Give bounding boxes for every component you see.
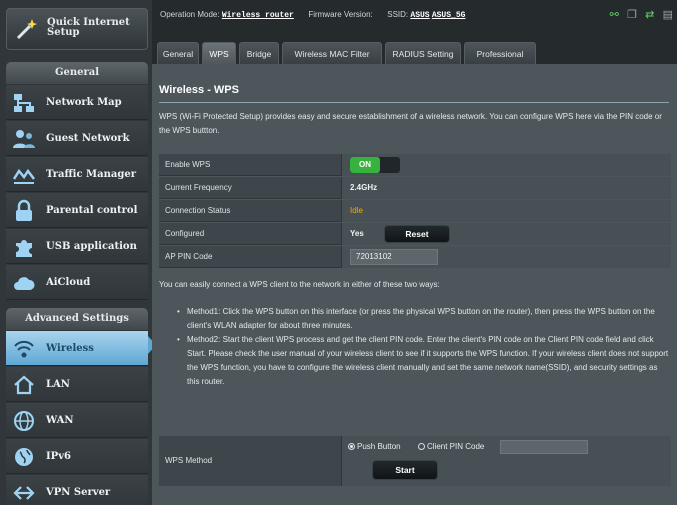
cloud-icon [14, 277, 35, 290]
connection-status-value: Idle [350, 206, 363, 215]
tab-wireless-mac-filter[interactable]: Wireless MAC Filter [282, 42, 382, 64]
document-status-icon[interactable]: ▤ [663, 8, 673, 21]
table-row: Configured Yes Reset [159, 223, 671, 245]
top-info-bar: Operation Mode: Wireless router Firmware… [152, 0, 677, 36]
sidebar-item-label: VPN Server [46, 487, 111, 498]
enable-wps-label: Enable WPS [165, 160, 211, 169]
magic-wand-icon [16, 19, 37, 40]
start-button[interactable]: Start [372, 460, 438, 480]
table-row: AP PIN Code 72013102 [159, 246, 671, 268]
copy-status-icon[interactable]: ❐ [627, 8, 637, 21]
sidebar-item-label: LAN [46, 379, 70, 390]
ssid-label: SSID: [387, 10, 409, 19]
radio-unselected-icon [418, 443, 425, 450]
traffic-manager-icon [12, 168, 35, 184]
table-row: Connection Status Idle [159, 200, 671, 222]
sidebar-item-vpn-server[interactable]: VPN Server [6, 475, 148, 505]
wps-method-label: WPS Method [165, 456, 213, 465]
ssid-2g-link[interactable]: ASUS [410, 11, 429, 20]
tab-wps[interactable]: WPS [202, 42, 236, 64]
lock-icon [16, 199, 32, 221]
ap-pin-label: AP PIN Code [165, 252, 213, 261]
advanced-section-header: Advanced Settings [6, 308, 148, 330]
router-info: Operation Mode: Wireless router Firmware… [160, 10, 465, 20]
toggle-on-label: ON [350, 157, 380, 173]
sidebar: Quick Internet Setup General Network Map… [0, 0, 156, 505]
op-mode-link[interactable]: Wireless router [222, 11, 294, 20]
sidebar-item-wireless[interactable]: Wireless [6, 331, 148, 366]
sidebar-item-lan[interactable]: LAN [6, 367, 148, 402]
client-pin-input[interactable] [500, 440, 588, 454]
status-icons: ⚯ ❐ ⇄ ▤ [604, 8, 673, 21]
table-row: Current Frequency 2.4GHz [159, 177, 671, 199]
connection-status-label: Connection Status [165, 206, 231, 215]
ipv6-globe-icon [15, 448, 33, 466]
radio-selected-icon [348, 443, 355, 450]
enable-wps-toggle[interactable]: ON [350, 157, 400, 173]
user-status-icon[interactable]: ⚯ [610, 8, 619, 21]
wps-method-row: WPS Method Push Button Client PIN Code S… [159, 436, 671, 486]
title-divider [159, 102, 669, 103]
reset-button[interactable]: Reset [384, 225, 450, 243]
tab-radius-setting[interactable]: RADIUS Setting [385, 42, 461, 64]
sidebar-item-ipv6[interactable]: IPv6 [6, 439, 148, 474]
sidebar-item-parental-control[interactable]: Parental control [6, 193, 148, 228]
puzzle-icon [16, 240, 32, 257]
sidebar-item-label: Guest Network [46, 133, 130, 144]
sidebar-item-label: AiCloud [46, 277, 91, 288]
quick-setup-label: Quick Internet Setup [47, 17, 130, 38]
sidebar-item-label: Wireless [46, 343, 94, 354]
globe-icon [14, 411, 34, 431]
vpn-icon [13, 486, 35, 500]
op-mode-label: Operation Mode: [160, 10, 220, 19]
sidebar-item-wan[interactable]: WAN [6, 403, 148, 438]
frequency-value: 2.4GHz [350, 183, 378, 192]
list-item: Method1: Click the WPS button on this in… [177, 305, 671, 333]
network-map-icon [14, 94, 34, 112]
tab-bar: General WPS Bridge Wireless MAC Filter R… [152, 36, 677, 64]
main-content: Wireless - WPS WPS (Wi-Fi Protected Setu… [152, 64, 677, 505]
wps-intro-text: You can easily connect a WPS client to t… [159, 280, 440, 289]
tab-professional[interactable]: Professional [464, 42, 536, 64]
sidebar-item-label: Traffic Manager [46, 169, 136, 180]
push-button-radio[interactable]: Push Button [348, 442, 401, 451]
sidebar-item-label: Network Map [46, 97, 122, 108]
usb-status-icon[interactable]: ⇄ [645, 8, 654, 21]
sidebar-item-label: IPv6 [46, 451, 71, 462]
ssid-5g-link[interactable]: ASUS_5G [432, 11, 466, 20]
tab-bridge[interactable]: Bridge [239, 42, 279, 64]
ap-pin-field[interactable]: 72013102 [350, 249, 438, 265]
sidebar-item-network-map[interactable]: Network Map [6, 85, 148, 120]
sidebar-item-guest-network[interactable]: Guest Network [6, 121, 148, 156]
page-description: WPS (Wi-Fi Protected Setup) provides eas… [159, 112, 662, 135]
page-title: Wireless - WPS [159, 84, 239, 96]
sidebar-item-usb-application[interactable]: USB application [6, 229, 148, 264]
sidebar-item-label: USB application [46, 241, 137, 252]
configured-value: Yes [350, 229, 364, 238]
sidebar-item-traffic-manager[interactable]: Traffic Manager [6, 157, 148, 192]
home-icon [14, 375, 34, 395]
wireless-icon [14, 340, 34, 358]
sidebar-item-label: WAN [46, 415, 74, 426]
push-button-label: Push Button [357, 442, 401, 451]
sidebar-item-aicloud[interactable]: AiCloud [6, 265, 148, 300]
client-pin-label: Client PIN Code [427, 442, 485, 451]
list-item: Method2: Start the client WPS process an… [177, 333, 671, 389]
client-pin-radio[interactable]: Client PIN Code [418, 442, 484, 451]
sidebar-item-label: Parental control [46, 205, 138, 216]
quick-internet-setup-button[interactable]: Quick Internet Setup [6, 8, 148, 50]
general-section-header: General [6, 62, 148, 84]
guest-network-icon [13, 130, 35, 148]
wps-methods-list: Method1: Click the WPS button on this in… [159, 300, 671, 389]
frequency-label: Current Frequency [165, 183, 232, 192]
configured-label: Configured [165, 229, 205, 238]
table-row: Enable WPS ON [159, 154, 671, 176]
firmware-label: Firmware Version: [308, 10, 373, 19]
tab-general[interactable]: General [157, 42, 199, 64]
